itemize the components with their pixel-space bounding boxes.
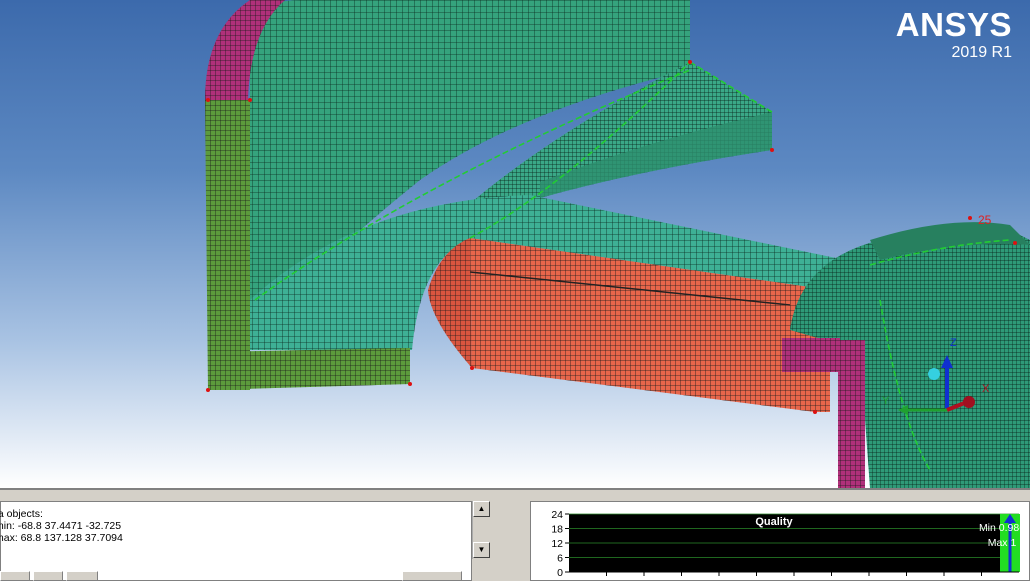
- quality-histogram[interactable]: 0 6 12 18 24 Quality Min 0.986 Max 1: [530, 501, 1030, 581]
- chart-annotation: Min 0.986: [979, 522, 1025, 534]
- message-line: max: 68.8 137.128 37.7094: [0, 532, 123, 544]
- graphics-viewport[interactable]: 25 Z Y X ANSYS 2019 R1: [0, 0, 1030, 488]
- brand-version: 2019 R1: [951, 44, 1013, 61]
- message-window[interactable]: ta objects: min: -68.8 37.4471 -32.725 m…: [0, 501, 472, 581]
- chart-annotation: Max 1: [988, 537, 1017, 549]
- status-tab[interactable]: [0, 571, 30, 581]
- annotation-label: 25: [978, 213, 992, 227]
- histogram-svg: 0 6 12 18 24 Quality Min 0.986 Max 1: [551, 509, 1025, 579]
- status-tab[interactable]: [66, 571, 98, 581]
- ansys-logo: ANSYS 2019 R1: [896, 6, 1012, 62]
- axis-label-z: Z: [950, 337, 957, 349]
- brand-name: ANSYS: [895, 6, 1012, 43]
- status-row: [0, 571, 500, 581]
- axis-label-y: Y: [882, 395, 890, 407]
- message-scrollbar[interactable]: ▲ ▼: [472, 501, 491, 559]
- y-tick-label: 0: [557, 567, 563, 579]
- status-tab[interactable]: [402, 571, 462, 581]
- y-tick-label: 24: [551, 509, 563, 521]
- scroll-up-button[interactable]: ▲: [473, 501, 490, 517]
- message-line: min: -68.8 37.4471 -32.725: [0, 520, 122, 532]
- scroll-down-button[interactable]: ▼: [473, 542, 490, 558]
- chart-title: Quality: [755, 516, 793, 528]
- status-tab[interactable]: [33, 571, 63, 581]
- y-tick-label: 12: [551, 538, 563, 550]
- mesh-column-left: [205, 100, 250, 390]
- message-line: ta objects:: [0, 508, 43, 520]
- y-tick-label: 6: [557, 553, 563, 565]
- axis-label-x: X: [982, 383, 990, 395]
- bottom-panel: ta objects: min: -68.8 37.4471 -32.725 m…: [0, 488, 1030, 581]
- y-tick-label: 18: [551, 524, 563, 536]
- mesh-scene[interactable]: 25 Z Y X: [0, 0, 1030, 488]
